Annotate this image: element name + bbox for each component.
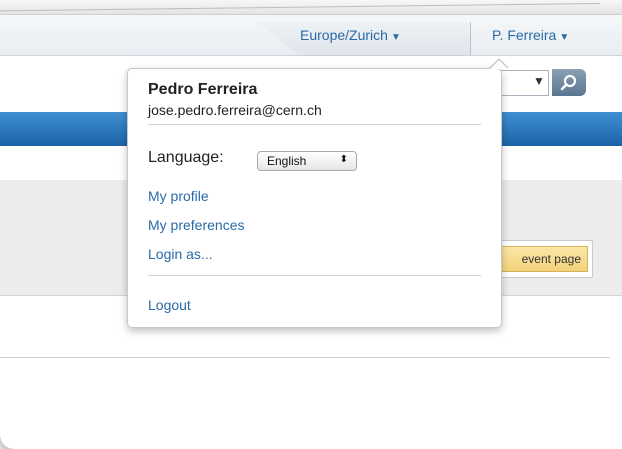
event-page-button-frame: event page	[487, 240, 593, 278]
language-label: Language:	[148, 149, 224, 166]
user-menu-label: P. Ferreira	[492, 27, 557, 43]
logout-link[interactable]: Logout	[148, 297, 191, 313]
popup-divider	[148, 124, 481, 125]
browser-window: Europe/Zurich ▼ P. Ferreira ▼ ▼ event page…	[0, 0, 622, 449]
my-profile-link[interactable]: My profile	[148, 188, 209, 204]
my-preferences-link[interactable]: My preferences	[148, 217, 244, 233]
content-divider	[0, 357, 610, 358]
caret-down-icon: ▼	[559, 32, 570, 43]
popup-divider	[148, 275, 481, 276]
select-arrows-icon: ⬍	[339, 154, 348, 165]
language-select-value: English	[267, 154, 307, 168]
event-page-button[interactable]: event page	[492, 246, 588, 272]
user-menu-button[interactable]: P. Ferreira ▼	[492, 27, 569, 43]
timezone-selector[interactable]: Europe/Zurich ▼	[300, 27, 401, 43]
login-as-link[interactable]: Login as...	[148, 246, 213, 262]
timezone-label: Europe/Zurich	[300, 27, 388, 43]
user-full-name: Pedro Ferreira	[148, 81, 258, 98]
search-button[interactable]	[552, 69, 586, 96]
search-icon	[560, 74, 577, 90]
language-select[interactable]: English ⬍	[257, 151, 357, 171]
search-options-caret-icon[interactable]: ▼	[533, 74, 545, 88]
user-email: jose.pedro.ferreira@cern.ch	[148, 102, 322, 118]
caret-down-icon: ▼	[390, 32, 401, 43]
user-dropdown-popup: Pedro Ferreira jose.pedro.ferreira@cern.…	[127, 68, 502, 328]
popup-arrow-fill	[490, 60, 508, 69]
header-separator	[470, 22, 471, 55]
